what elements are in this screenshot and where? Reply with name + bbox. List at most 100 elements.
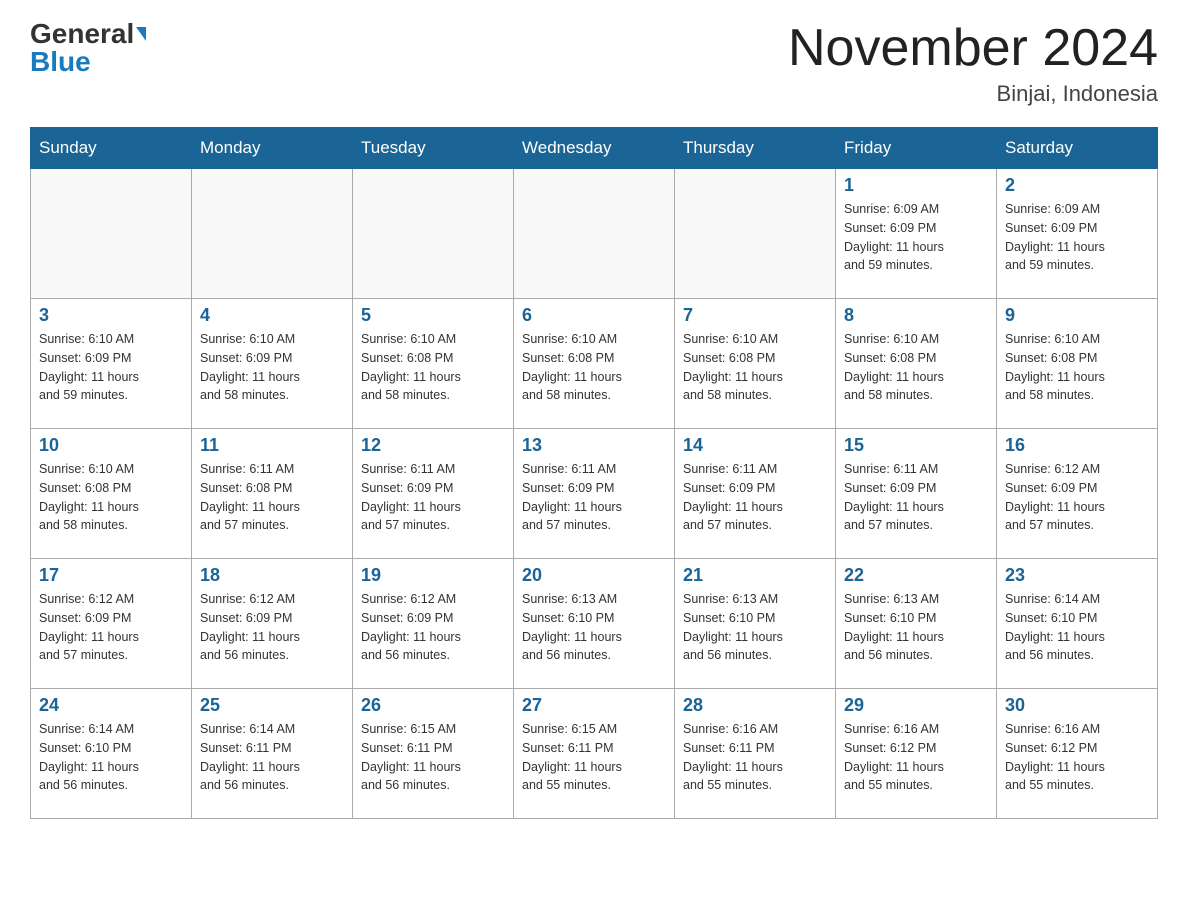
calendar-week-row-3: 10 Sunrise: 6:10 AM Sunset: 6:08 PM Dayli… <box>31 429 1158 559</box>
day-info: Sunrise: 6:10 AM Sunset: 6:08 PM Dayligh… <box>522 330 666 405</box>
day-info: Sunrise: 6:10 AM Sunset: 6:08 PM Dayligh… <box>1005 330 1149 405</box>
day-info: Sunrise: 6:12 AM Sunset: 6:09 PM Dayligh… <box>200 590 344 665</box>
calendar-cell <box>353 169 514 299</box>
calendar-cell <box>675 169 836 299</box>
calendar-cell: 14Sunrise: 6:11 AM Sunset: 6:09 PM Dayli… <box>675 429 836 559</box>
day-info: Sunrise: 6:15 AM Sunset: 6:11 PM Dayligh… <box>522 720 666 795</box>
calendar-cell: 17 Sunrise: 6:12 AM Sunset: 6:09 PM Dayli… <box>31 559 192 689</box>
day-number: 21 <box>683 565 827 586</box>
day-number: 20 <box>522 565 666 586</box>
weekday-header-saturday: Saturday <box>997 128 1158 169</box>
page-header: General Blue November 2024 Binjai, Indon… <box>30 20 1158 107</box>
weekday-header-thursday: Thursday <box>675 128 836 169</box>
calendar-cell: 3 Sunrise: 6:10 AM Sunset: 6:09 PM Daylig… <box>31 299 192 429</box>
calendar-cell: 20Sunrise: 6:13 AM Sunset: 6:10 PM Dayli… <box>514 559 675 689</box>
calendar-cell: 16 Sunrise: 6:12 AM Sunset: 6:09 PM Dayli… <box>997 429 1158 559</box>
day-number: 3 <box>39 305 183 326</box>
day-info: Sunrise: 6:09 AM Sunset: 6:09 PM Dayligh… <box>1005 200 1149 275</box>
day-number: 8 <box>844 305 988 326</box>
calendar-cell: 9 Sunrise: 6:10 AM Sunset: 6:08 PM Daylig… <box>997 299 1158 429</box>
calendar-cell: 19 Sunrise: 6:12 AM Sunset: 6:09 PM Dayli… <box>353 559 514 689</box>
day-info: Sunrise: 6:14 AM Sunset: 6:10 PM Dayligh… <box>39 720 183 795</box>
day-number: 10 <box>39 435 183 456</box>
calendar-cell: 25 Sunrise: 6:14 AM Sunset: 6:11 PM Dayli… <box>192 689 353 819</box>
day-info: Sunrise: 6:16 AM Sunset: 6:12 PM Dayligh… <box>844 720 988 795</box>
calendar-cell <box>31 169 192 299</box>
day-info: Sunrise: 6:13 AM Sunset: 6:10 PM Dayligh… <box>844 590 988 665</box>
weekday-header-tuesday: Tuesday <box>353 128 514 169</box>
logo-blue-text: Blue <box>30 48 91 76</box>
calendar-cell: 10 Sunrise: 6:10 AM Sunset: 6:08 PM Dayli… <box>31 429 192 559</box>
calendar-cell: 23Sunrise: 6:14 AM Sunset: 6:10 PM Dayli… <box>997 559 1158 689</box>
day-info: Sunrise: 6:11 AM Sunset: 6:08 PM Dayligh… <box>200 460 344 535</box>
calendar-week-row-1: 1Sunrise: 6:09 AM Sunset: 6:09 PM Daylig… <box>31 169 1158 299</box>
day-number: 6 <box>522 305 666 326</box>
day-info: Sunrise: 6:10 AM Sunset: 6:08 PM Dayligh… <box>39 460 183 535</box>
logo-triangle-icon <box>136 27 146 41</box>
calendar-subtitle: Binjai, Indonesia <box>788 81 1158 107</box>
calendar-cell: 18 Sunrise: 6:12 AM Sunset: 6:09 PM Dayli… <box>192 559 353 689</box>
day-number: 18 <box>200 565 344 586</box>
day-number: 16 <box>1005 435 1149 456</box>
day-number: 17 <box>39 565 183 586</box>
day-info: Sunrise: 6:12 AM Sunset: 6:09 PM Dayligh… <box>39 590 183 665</box>
calendar-title-area: November 2024 Binjai, Indonesia <box>788 20 1158 107</box>
day-info: Sunrise: 6:14 AM Sunset: 6:11 PM Dayligh… <box>200 720 344 795</box>
day-info: Sunrise: 6:15 AM Sunset: 6:11 PM Dayligh… <box>361 720 505 795</box>
day-info: Sunrise: 6:10 AM Sunset: 6:08 PM Dayligh… <box>683 330 827 405</box>
calendar-cell: 7 Sunrise: 6:10 AM Sunset: 6:08 PM Daylig… <box>675 299 836 429</box>
calendar-week-row-5: 24 Sunrise: 6:14 AM Sunset: 6:10 PM Dayli… <box>31 689 1158 819</box>
calendar-cell: 1Sunrise: 6:09 AM Sunset: 6:09 PM Daylig… <box>836 169 997 299</box>
weekday-header-sunday: Sunday <box>31 128 192 169</box>
day-number: 28 <box>683 695 827 716</box>
day-number: 13 <box>522 435 666 456</box>
day-number: 5 <box>361 305 505 326</box>
calendar-cell <box>192 169 353 299</box>
calendar-cell: 15 Sunrise: 6:11 AM Sunset: 6:09 PM Dayli… <box>836 429 997 559</box>
weekday-header-monday: Monday <box>192 128 353 169</box>
calendar-cell: 11 Sunrise: 6:11 AM Sunset: 6:08 PM Dayli… <box>192 429 353 559</box>
weekday-header-friday: Friday <box>836 128 997 169</box>
calendar-cell <box>514 169 675 299</box>
calendar-week-row-2: 3 Sunrise: 6:10 AM Sunset: 6:09 PM Daylig… <box>31 299 1158 429</box>
day-info: Sunrise: 6:11 AM Sunset: 6:09 PM Dayligh… <box>361 460 505 535</box>
day-info: Sunrise: 6:09 AM Sunset: 6:09 PM Dayligh… <box>844 200 988 275</box>
day-number: 7 <box>683 305 827 326</box>
calendar-cell: 21Sunrise: 6:13 AM Sunset: 6:10 PM Dayli… <box>675 559 836 689</box>
day-number: 27 <box>522 695 666 716</box>
day-info: Sunrise: 6:10 AM Sunset: 6:08 PM Dayligh… <box>844 330 988 405</box>
calendar-cell: 5 Sunrise: 6:10 AM Sunset: 6:08 PM Daylig… <box>353 299 514 429</box>
day-info: Sunrise: 6:10 AM Sunset: 6:08 PM Dayligh… <box>361 330 505 405</box>
day-number: 30 <box>1005 695 1149 716</box>
calendar-week-row-4: 17 Sunrise: 6:12 AM Sunset: 6:09 PM Dayli… <box>31 559 1158 689</box>
day-number: 11 <box>200 435 344 456</box>
day-info: Sunrise: 6:11 AM Sunset: 6:09 PM Dayligh… <box>844 460 988 535</box>
calendar-cell: 27 Sunrise: 6:15 AM Sunset: 6:11 PM Dayli… <box>514 689 675 819</box>
day-number: 22 <box>844 565 988 586</box>
day-info: Sunrise: 6:12 AM Sunset: 6:09 PM Dayligh… <box>1005 460 1149 535</box>
day-number: 2 <box>1005 175 1149 196</box>
day-info: Sunrise: 6:10 AM Sunset: 6:09 PM Dayligh… <box>39 330 183 405</box>
calendar-cell: 8 Sunrise: 6:10 AM Sunset: 6:08 PM Daylig… <box>836 299 997 429</box>
day-number: 12 <box>361 435 505 456</box>
day-number: 4 <box>200 305 344 326</box>
calendar-title: November 2024 <box>788 20 1158 77</box>
day-number: 9 <box>1005 305 1149 326</box>
calendar-cell: 22 Sunrise: 6:13 AM Sunset: 6:10 PM Dayli… <box>836 559 997 689</box>
day-number: 25 <box>200 695 344 716</box>
calendar-cell: 24 Sunrise: 6:14 AM Sunset: 6:10 PM Dayli… <box>31 689 192 819</box>
day-number: 15 <box>844 435 988 456</box>
day-number: 29 <box>844 695 988 716</box>
calendar-cell: 6 Sunrise: 6:10 AM Sunset: 6:08 PM Daylig… <box>514 299 675 429</box>
calendar-cell: 29 Sunrise: 6:16 AM Sunset: 6:12 PM Dayli… <box>836 689 997 819</box>
day-number: 24 <box>39 695 183 716</box>
weekday-header-wednesday: Wednesday <box>514 128 675 169</box>
day-info: Sunrise: 6:11 AM Sunset: 6:09 PM Dayligh… <box>683 460 827 535</box>
calendar-cell: 4Sunrise: 6:10 AM Sunset: 6:09 PM Daylig… <box>192 299 353 429</box>
day-info: Sunrise: 6:12 AM Sunset: 6:09 PM Dayligh… <box>361 590 505 665</box>
calendar-cell: 28Sunrise: 6:16 AM Sunset: 6:11 PM Dayli… <box>675 689 836 819</box>
day-number: 19 <box>361 565 505 586</box>
calendar-cell: 13Sunrise: 6:11 AM Sunset: 6:09 PM Dayli… <box>514 429 675 559</box>
calendar-cell: 26Sunrise: 6:15 AM Sunset: 6:11 PM Dayli… <box>353 689 514 819</box>
day-info: Sunrise: 6:16 AM Sunset: 6:12 PM Dayligh… <box>1005 720 1149 795</box>
